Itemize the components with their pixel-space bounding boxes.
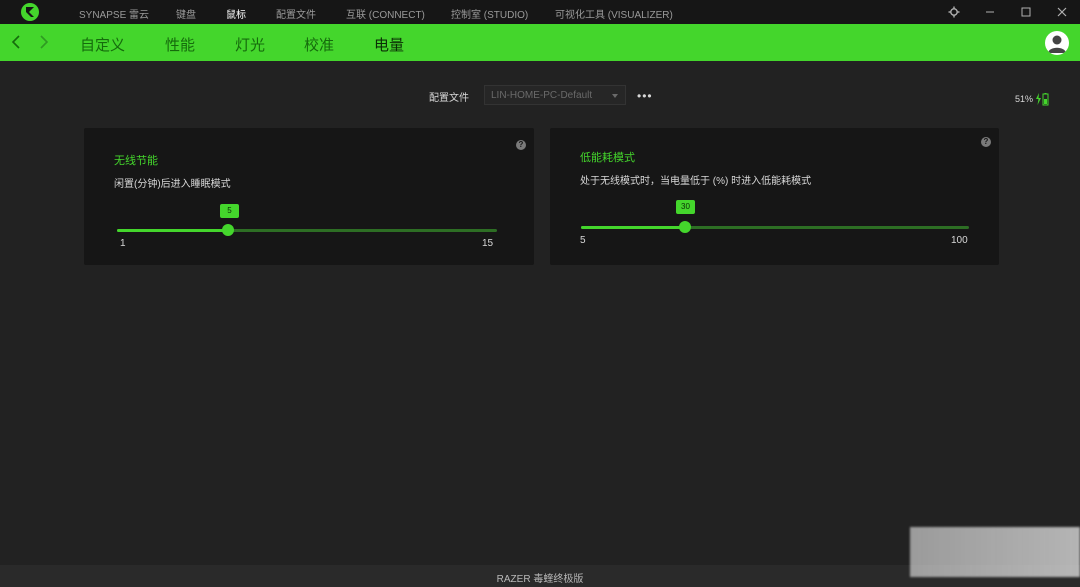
title-bar: SYNAPSE 雷云 键盘 鼠标 配置文件 互联 (CONNECT) 控制室 (… [0, 0, 1080, 24]
tab-calibration[interactable]: 校准 [304, 34, 334, 55]
sleep-timer-slider-handle[interactable] [222, 224, 234, 236]
slider-min-label: 1 [120, 238, 126, 249]
sleep-timer-value-bubble: 5 [220, 204, 239, 218]
card-description: 处于无线模式时，当电量低于 (%) 时进入低能耗模式 [580, 176, 812, 187]
watermark-overlay [910, 527, 1080, 577]
profile-label: 配置文件 [429, 93, 469, 104]
avatar[interactable] [1045, 31, 1069, 55]
slider-max-label: 100 [951, 235, 968, 246]
settings-icon[interactable] [944, 2, 964, 22]
profile-dropdown[interactable]: LIN-HOME-PC-Default [484, 85, 626, 105]
low-power-slider-handle[interactable] [679, 221, 691, 233]
card-description: 闲置(分钟)后进入睡眠模式 [114, 179, 231, 190]
user-icon [1048, 35, 1066, 53]
more-options-button[interactable]: ••• [637, 89, 653, 103]
tab-customize[interactable]: 自定义 [80, 34, 125, 55]
card-title: 无线节能 [114, 155, 158, 167]
help-icon[interactable]: ? [981, 137, 991, 147]
low-power-value-bubble: 30 [676, 200, 695, 214]
low-power-mode-card: ? 低能耗模式 处于无线模式时，当电量低于 (%) 时进入低能耗模式 30 5 … [550, 128, 999, 265]
wireless-power-saving-card: ? 无线节能 闲置(分钟)后进入睡眠模式 5 1 15 [84, 128, 534, 265]
razer-logo-icon[interactable] [20, 2, 40, 22]
back-arrow-icon[interactable] [8, 32, 24, 52]
help-icon[interactable]: ? [516, 140, 526, 150]
top-menu-studio[interactable]: 控制室 (STUDIO) [451, 6, 528, 21]
top-menu-profiles[interactable]: 配置文件 [276, 6, 316, 21]
battery-indicator: 51% [1015, 92, 1049, 106]
battery-percent: 51% [1015, 94, 1034, 104]
low-power-slider-fill [581, 226, 685, 229]
card-title: 低能耗模式 [580, 152, 635, 164]
sleep-timer-slider-fill [117, 229, 229, 232]
slider-min-label: 5 [580, 235, 586, 246]
top-menu-visualizer[interactable]: 可视化工具 (VISUALIZER) [555, 6, 673, 21]
forward-arrow-icon[interactable] [36, 32, 52, 52]
maximize-icon[interactable] [1016, 2, 1036, 22]
minimize-icon[interactable] [980, 2, 1000, 22]
battery-charging-icon [1036, 93, 1049, 106]
top-menu-synapse[interactable]: SYNAPSE 雷云 [79, 6, 149, 21]
top-menu-connect[interactable]: 互联 (CONNECT) [346, 6, 425, 21]
nav-bar: 自定义 性能 灯光 校准 电量 [0, 24, 1080, 61]
chevron-down-icon [612, 94, 618, 98]
tab-lighting[interactable]: 灯光 [235, 34, 265, 55]
top-menu-mouse[interactable]: 鼠标 [226, 6, 246, 21]
tab-power[interactable]: 电量 [374, 34, 404, 55]
tab-performance[interactable]: 性能 [165, 34, 195, 55]
top-menu-keyboard[interactable]: 键盘 [176, 6, 196, 21]
close-icon[interactable] [1052, 2, 1072, 22]
slider-max-label: 15 [482, 238, 494, 249]
profile-dropdown-value: LIN-HOME-PC-Default [491, 90, 593, 101]
